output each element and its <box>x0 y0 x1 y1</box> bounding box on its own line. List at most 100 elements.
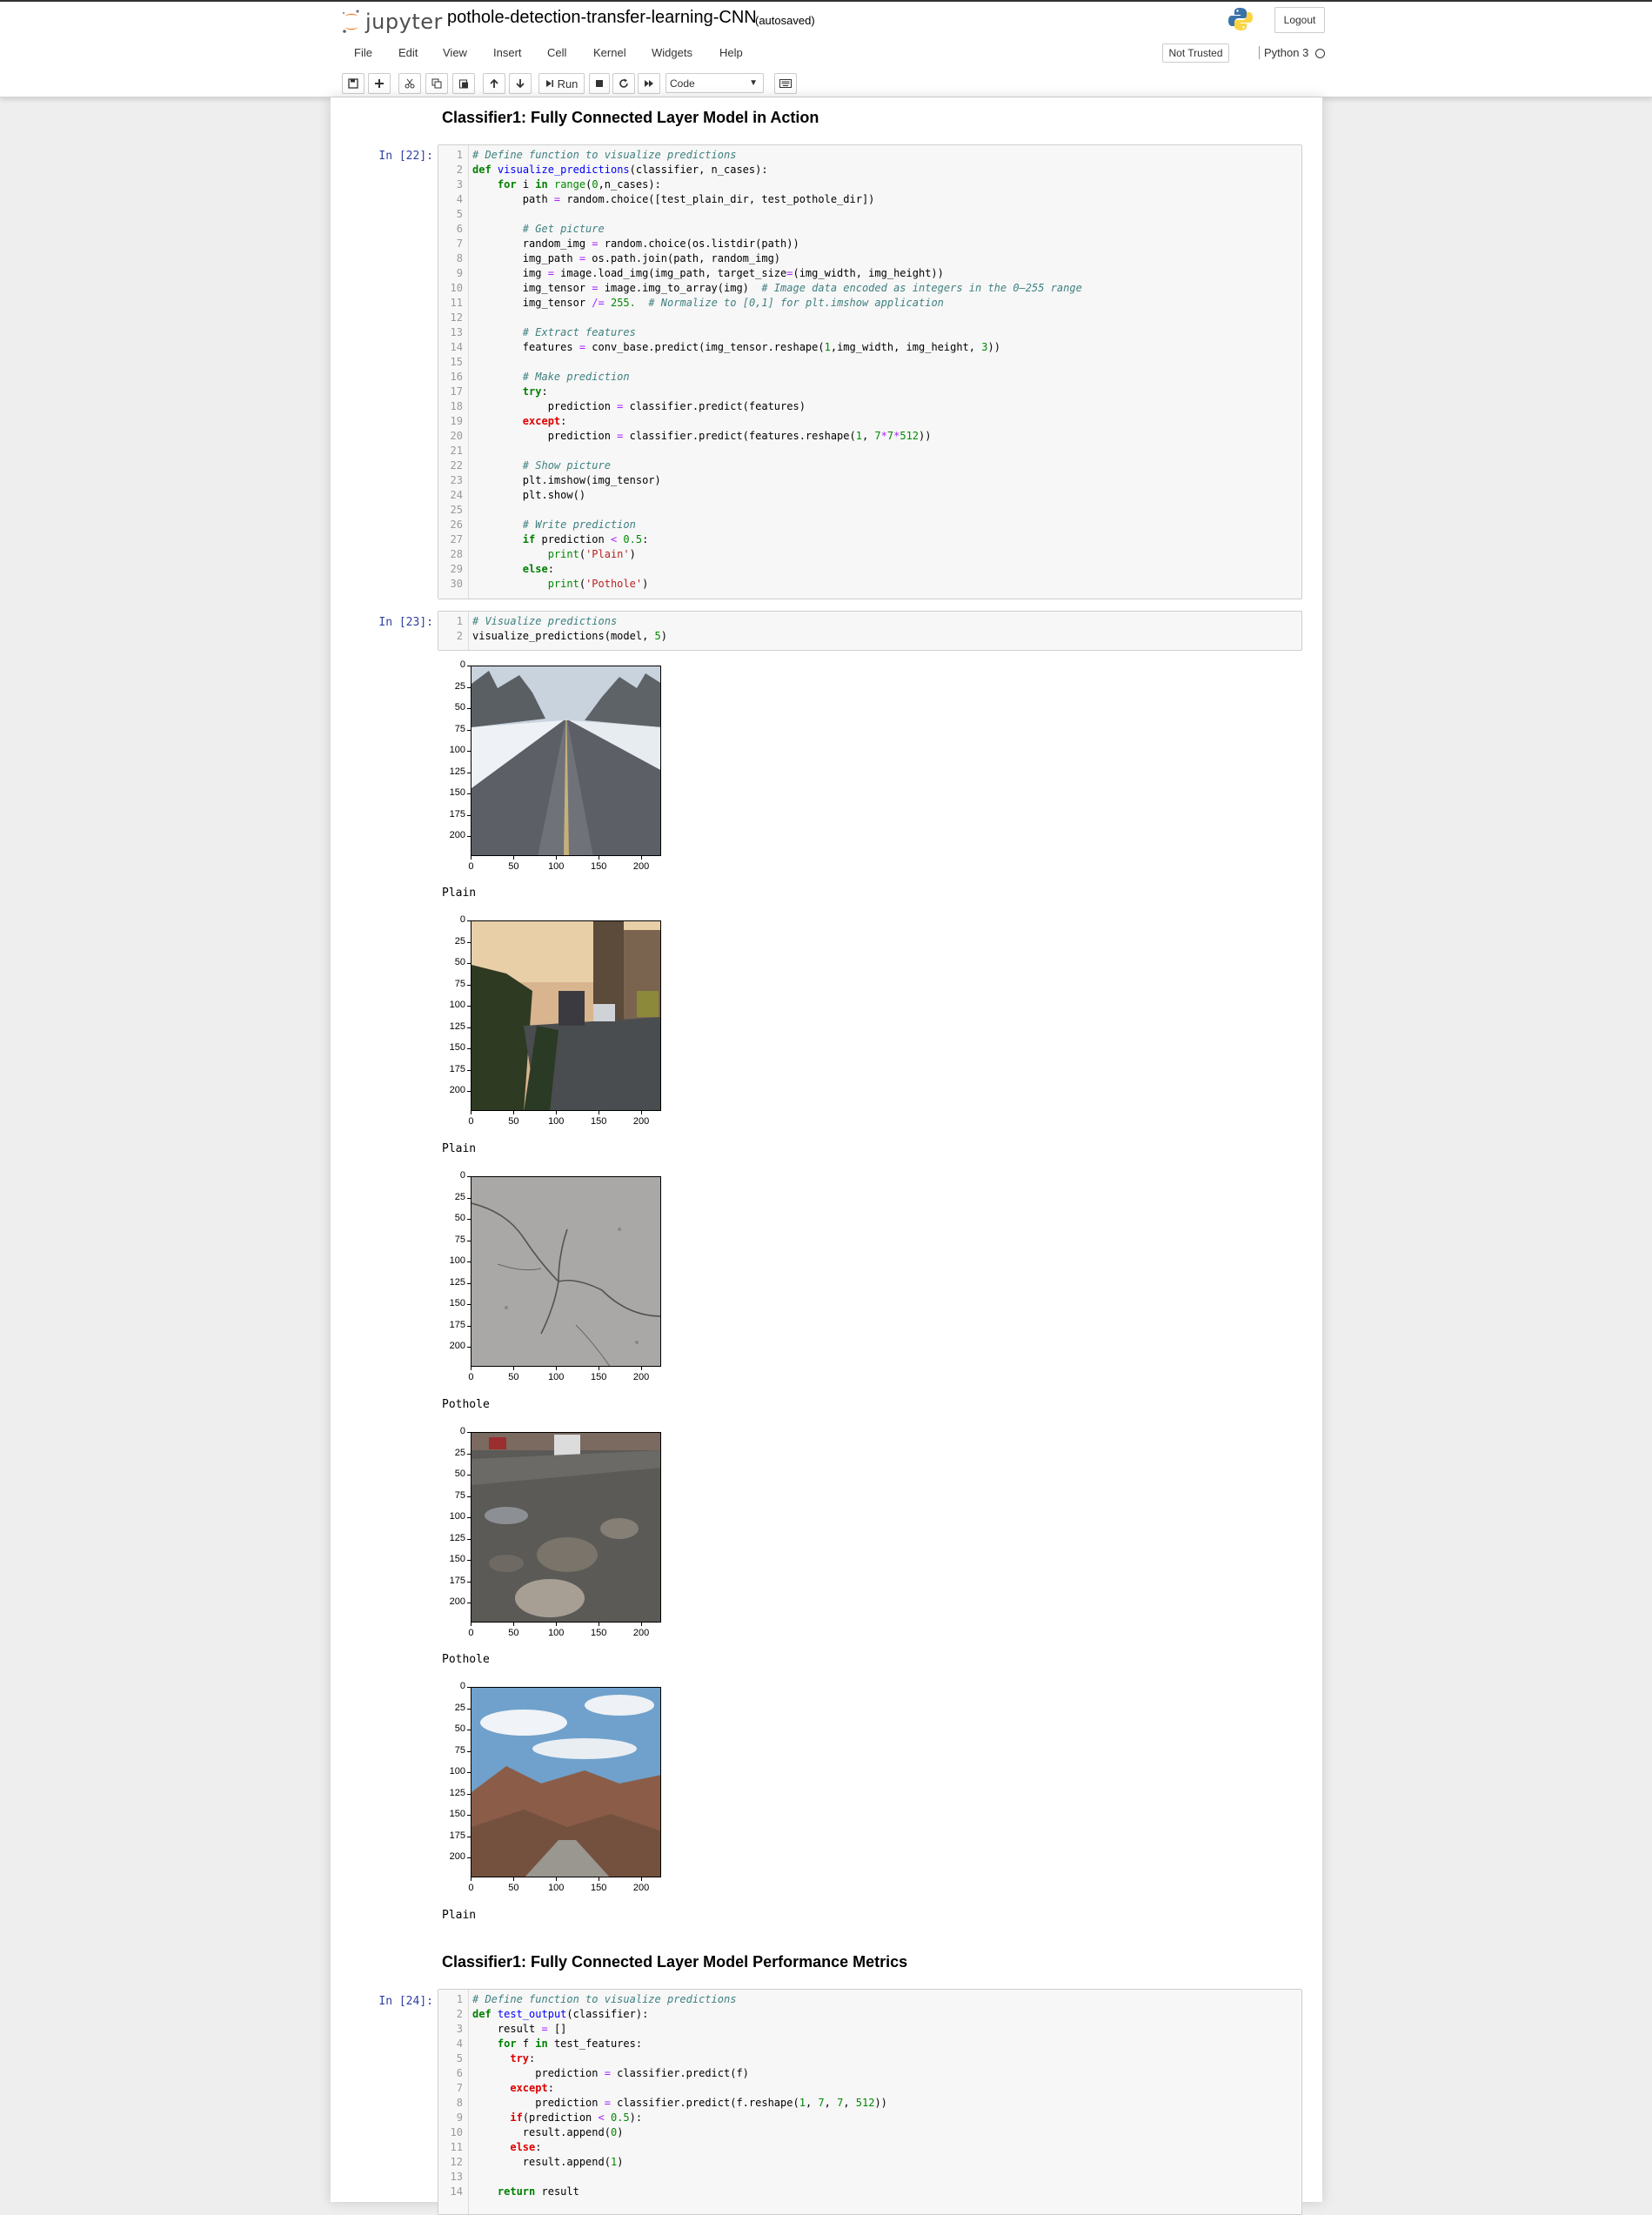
line-number: 14 <box>450 2185 463 2198</box>
menu-edit[interactable]: Edit <box>398 46 418 59</box>
y-tick-mark <box>467 708 471 710</box>
y-tick-mark <box>467 941 471 943</box>
cut-button[interactable] <box>398 73 421 94</box>
y-tick-label: 150 <box>449 787 465 799</box>
line-number: 16 <box>450 371 463 383</box>
save-button[interactable] <box>342 73 365 94</box>
x-tick-label: 150 <box>590 1372 607 1382</box>
notebook-header: jupyter pothole-detection-transfer-learn… <box>0 0 1652 97</box>
paste-button[interactable] <box>452 73 475 94</box>
code-text: prediction = classifier.predict(features… <box>472 400 806 412</box>
x-tick-label: 0 <box>468 1372 474 1382</box>
stop-icon <box>596 80 603 87</box>
line-number: 22 <box>450 459 463 472</box>
y-tick-label: 200 <box>449 830 465 841</box>
menu-view[interactable]: View <box>443 46 467 59</box>
y-tick-label: 200 <box>449 1085 465 1096</box>
y-tick-label: 200 <box>449 1596 465 1608</box>
code-cell-22[interactable]: 1 # Define function to visualize predicti… <box>438 144 1302 599</box>
y-tick-label: 0 <box>459 659 465 671</box>
y-tick-mark <box>467 1304 471 1306</box>
notebook-name[interactable]: pothole-detection-transfer-learning-CNN <box>447 8 757 28</box>
command-palette-button[interactable] <box>774 73 797 94</box>
code-text: # Define function to visualize predictio… <box>472 1993 737 2005</box>
output-image-potholes-with-cars <box>471 1432 661 1623</box>
code-line: 6 prediction = classifier.predict(f) <box>438 2067 1301 2082</box>
kernel-name[interactable]: Python 3 <box>1259 46 1308 59</box>
code-line: 21 <box>438 445 1301 459</box>
cell-prompt-24: In [24]: <box>378 1995 433 2008</box>
y-tick-mark <box>467 751 471 753</box>
x-tick-mark <box>641 1111 643 1114</box>
code-line: 19 except: <box>438 415 1301 430</box>
x-tick-label: 100 <box>548 1883 565 1893</box>
line-number: 26 <box>450 519 463 531</box>
line-number: 25 <box>450 504 463 516</box>
y-tick-mark <box>467 1453 471 1455</box>
run-button[interactable]: Run <box>538 73 585 94</box>
code-text: path = random.choice([test_plain_dir, te… <box>472 193 875 205</box>
y-tick-label: 175 <box>449 1319 465 1330</box>
y-tick-label: 200 <box>449 1851 465 1863</box>
jupyter-logo[interactable]: jupyter <box>341 7 443 37</box>
move-down-button[interactable] <box>509 73 532 94</box>
menu-kernel[interactable]: Kernel <box>593 46 626 59</box>
code-cell-24[interactable]: 1 # Define function to visualize predicti… <box>438 1989 1302 2215</box>
code-line: 1 # Define function to visualize predicti… <box>438 1993 1301 2008</box>
y-tick-mark <box>467 1176 471 1178</box>
fast-forward-icon <box>645 80 653 87</box>
code-line: 4 path = random.choice([test_plain_dir, … <box>438 193 1301 208</box>
insert-cell-button[interactable] <box>368 73 391 94</box>
code-text: img = image.load_img(img_path, target_si… <box>472 267 944 279</box>
y-tick-label: 150 <box>449 1809 465 1820</box>
y-tick-mark <box>467 1069 471 1071</box>
restart-run-all-button[interactable] <box>638 73 660 94</box>
y-tick-label: 100 <box>449 1511 465 1522</box>
x-tick-label: 50 <box>508 1628 519 1638</box>
x-tick-mark <box>556 1367 558 1370</box>
code-line: 14 features = conv_base.predict(img_tens… <box>438 341 1301 356</box>
code-line: 29 else: <box>438 563 1301 578</box>
menu-cell[interactable]: Cell <box>547 46 566 59</box>
y-tick-mark <box>467 1496 471 1497</box>
cell-prompt-23: In [23]: <box>378 616 433 629</box>
restart-button[interactable] <box>612 73 635 94</box>
line-number: 2 <box>456 630 463 642</box>
y-tick-label: 125 <box>449 766 465 777</box>
code-line: 10 img_tensor = image.img_to_array(img) … <box>438 282 1301 297</box>
line-number: 7 <box>456 2082 463 2094</box>
copy-button[interactable] <box>425 73 448 94</box>
x-tick-label: 0 <box>468 1883 474 1893</box>
y-tick-mark <box>467 729 471 731</box>
interrupt-button[interactable] <box>589 73 610 94</box>
code-text: try: <box>510 2052 536 2064</box>
x-tick-mark <box>471 856 472 860</box>
y-tick-mark <box>467 1538 471 1540</box>
menu-widgets[interactable]: Widgets <box>652 46 692 59</box>
prediction-output-3: Pothole <box>442 1398 490 1411</box>
code-line: 18 prediction = classifier.predict(featu… <box>438 400 1301 415</box>
code-line: 1 # Visualize predictions <box>438 615 1301 630</box>
cell-type-select[interactable]: Code ▼ <box>665 73 764 93</box>
logout-button[interactable]: Logout <box>1274 7 1325 33</box>
x-tick-mark <box>641 1877 643 1881</box>
y-tick-label: 75 <box>454 978 465 989</box>
code-text: # Get picture <box>522 223 605 235</box>
line-number: 1 <box>456 1993 463 2005</box>
y-tick-label: 175 <box>449 1830 465 1841</box>
output-image-plot: 0 25 50 75 100 125 150 175 200 0 50 100 150 200 <box>442 1425 668 1638</box>
menu-help[interactable]: Help <box>719 46 743 59</box>
move-up-button[interactable] <box>483 73 505 94</box>
code-cell-23[interactable]: 1 # Visualize predictions 2 visualize_predi… <box>438 611 1302 651</box>
line-number: 12 <box>450 2156 463 2168</box>
not-trusted-button[interactable]: Not Trusted <box>1162 43 1229 63</box>
output-image-plot: 0 25 50 75 100 125 150 175 200 0 50 100 150 200 <box>442 913 668 1127</box>
menu-file[interactable]: File <box>354 46 372 59</box>
line-number: 14 <box>450 341 463 353</box>
line-number: 3 <box>456 2023 463 2035</box>
y-tick-mark <box>467 1750 471 1752</box>
menu-insert[interactable]: Insert <box>493 46 522 59</box>
line-number: 9 <box>456 2111 463 2124</box>
code-line: 13 # Extract features <box>438 326 1301 341</box>
code-line: 26 # Write prediction <box>438 519 1301 533</box>
